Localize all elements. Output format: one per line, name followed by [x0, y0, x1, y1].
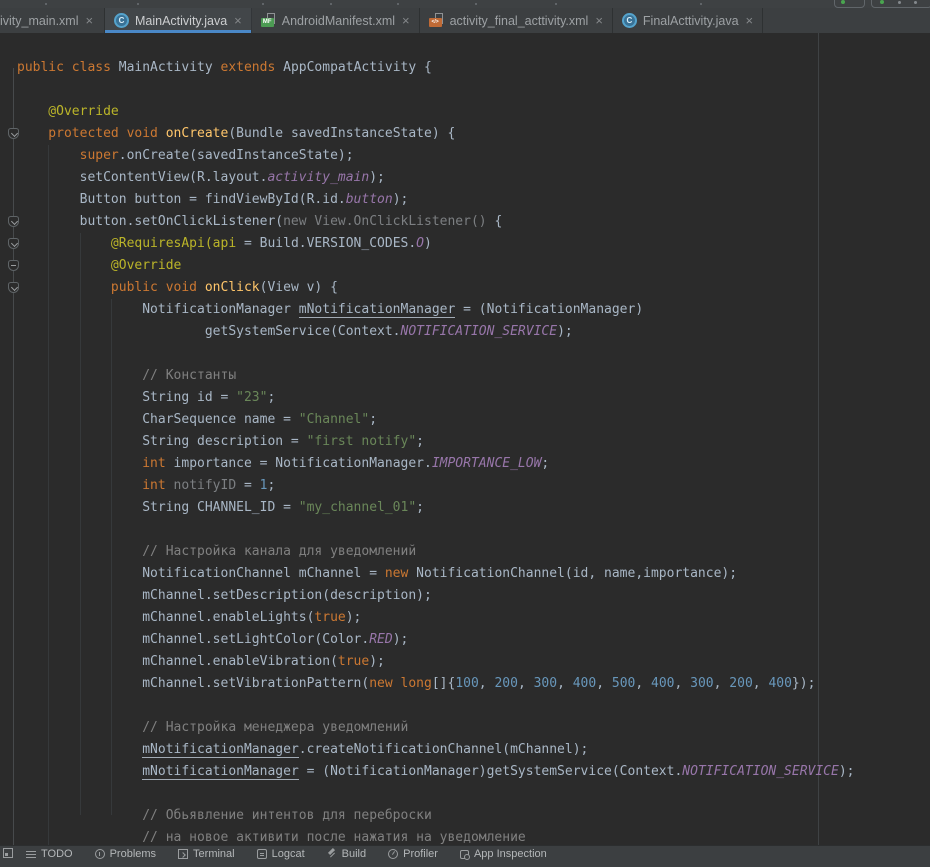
code-line: mChannel.enableLights(true);: [17, 607, 930, 629]
code-line: String id = "23";: [17, 387, 930, 409]
toolbar-icon-dot: [330, 3, 332, 5]
code-area[interactable]: public class MainActivity extends AppCom…: [0, 33, 930, 845]
toolbar-icon-dot: [555, 3, 557, 5]
code-line: int importance = NotificationManager.IMP…: [17, 453, 930, 475]
toolbar-icon-dot: [397, 3, 399, 5]
toolwindow-build[interactable]: Build: [327, 848, 366, 860]
code-line: public class MainActivity extends AppCom…: [17, 57, 930, 79]
toolwindow-profiler[interactable]: Profiler: [388, 848, 438, 860]
code-line: NotificationChannel mChannel = new Notif…: [17, 563, 930, 585]
tab-activity-main-xml[interactable]: ivity_main.xml ×: [0, 8, 105, 33]
fold-toggle-icon[interactable]: [8, 128, 19, 139]
toolwindow-logcat[interactable]: Logcat: [257, 848, 305, 860]
tab-label: FinalActtivity.java: [643, 14, 739, 28]
toolbar-icon-dot: [898, 1, 901, 4]
toolbar-device-button[interactable]: [871, 0, 930, 8]
terminal-icon: [178, 849, 188, 859]
code-line: protected void onCreate(Bundle savedInst…: [17, 123, 930, 145]
code-line: mNotificationManager.createNotificationC…: [17, 739, 930, 761]
code-line: Button button = findViewById(R.id.button…: [17, 189, 930, 211]
code-line: // на новое активити после нажатия на ув…: [17, 827, 930, 845]
tab-mainactivity-java[interactable]: C MainActivity.java ×: [105, 8, 252, 33]
toolwindow-problems[interactable]: Problems: [95, 848, 156, 860]
code-line: String CHANNEL_ID = "my_channel_01";: [17, 497, 930, 519]
logcat-icon: [257, 849, 267, 859]
code-line: public void onClick(View v) {: [17, 277, 930, 299]
tab-activity-final-acttivity-xml[interactable]: </> activity_final_acttivity.xml ×: [420, 8, 613, 33]
code-line: String description = "first notify";: [17, 431, 930, 453]
code-line: CharSequence name = "Channel";: [17, 409, 930, 431]
manifest-file-icon: MF: [261, 13, 276, 28]
code-line: mNotificationManager = (NotificationMana…: [17, 761, 930, 783]
toolbar-icon-dot: [262, 3, 264, 5]
code-line: int notifyID = 1;: [17, 475, 930, 497]
code-line: [17, 783, 930, 805]
close-tab-icon[interactable]: ×: [234, 14, 242, 27]
tab-label: MainActivity.java: [135, 14, 227, 28]
tool-windows-icon[interactable]: [3, 848, 13, 858]
profiler-icon: [388, 849, 398, 859]
fold-toggle-icon[interactable]: [8, 282, 19, 293]
code-line: mChannel.setVibrationPattern(new long[]{…: [17, 673, 930, 695]
toolbar-icon-dot: [475, 3, 477, 5]
run-icon: [880, 0, 884, 4]
tab-label: ivity_main.xml: [0, 14, 79, 28]
java-class-icon: C: [622, 13, 637, 28]
code-line: // Настройка менеджера уведомлений: [17, 717, 930, 739]
code-line: [17, 79, 930, 101]
code-editor[interactable]: public class MainActivity extends AppCom…: [0, 33, 930, 845]
code-line: // Константы: [17, 365, 930, 387]
code-line: button.setOnClickListener(new View.OnCli…: [17, 211, 930, 233]
close-tab-icon[interactable]: ×: [402, 14, 410, 27]
toolwindow-todo[interactable]: TODO: [26, 848, 73, 860]
tab-androidmanifest-xml[interactable]: MF AndroidManifest.xml ×: [252, 8, 420, 33]
code-line: [17, 695, 930, 717]
app-inspection-icon: [460, 850, 469, 859]
close-tab-icon[interactable]: ×: [746, 14, 754, 27]
code-line: @Override: [17, 101, 930, 123]
fold-toggle-icon[interactable]: [8, 238, 19, 249]
main-toolbar-strip: [0, 0, 930, 8]
toolbar-icon-dot: [700, 3, 702, 5]
toolbar-icon-dot: [45, 3, 47, 5]
run-icon: [841, 0, 845, 4]
java-class-icon: C: [114, 13, 129, 28]
toolbar-icon-dot: [137, 3, 139, 5]
problems-icon: [95, 849, 105, 859]
tool-window-bar: TODO Problems Terminal Logcat Build Prof…: [0, 845, 930, 867]
layout-file-icon: </>: [429, 13, 444, 28]
code-line: @Override: [17, 255, 930, 277]
tab-label: activity_final_acttivity.xml: [450, 14, 589, 28]
code-line: mChannel.setLightColor(Color.RED);: [17, 629, 930, 651]
toolwindow-terminal[interactable]: Terminal: [178, 848, 235, 860]
fold-toggle-icon[interactable]: [8, 216, 19, 227]
close-tab-icon[interactable]: ×: [86, 14, 94, 27]
tab-label: AndroidManifest.xml: [282, 14, 395, 28]
code-line: mChannel.enableVibration(true);: [17, 651, 930, 673]
code-line: mChannel.setDescription(description);: [17, 585, 930, 607]
toolbar-icon-dot: [914, 1, 917, 4]
editor-tab-bar: ivity_main.xml × C MainActivity.java × M…: [0, 8, 930, 33]
build-icon: [327, 849, 337, 859]
code-line: // Обьявление интентов для переброски: [17, 805, 930, 827]
code-line: NotificationManager mNotificationManager…: [17, 299, 930, 321]
close-tab-icon[interactable]: ×: [595, 14, 603, 27]
toolwindow-app-inspection[interactable]: App Inspection: [460, 848, 547, 860]
active-tab-underline: [105, 30, 251, 33]
tab-finalacttivity-java[interactable]: C FinalActtivity.java ×: [613, 8, 763, 33]
code-line: getSystemService(Context.NOTIFICATION_SE…: [17, 321, 930, 343]
code-line: [17, 519, 930, 541]
code-line: super.onCreate(savedInstanceState);: [17, 145, 930, 167]
code-line: [17, 343, 930, 365]
toolbar-run-button[interactable]: [834, 0, 865, 8]
code-line: setContentView(R.layout.activity_main);: [17, 167, 930, 189]
code-line: @RequiresApi(api = Build.VERSION_CODES.O…: [17, 233, 930, 255]
fold-toggle-icon[interactable]: [8, 260, 19, 271]
code-line: // Настройка канала для уведомлений: [17, 541, 930, 563]
